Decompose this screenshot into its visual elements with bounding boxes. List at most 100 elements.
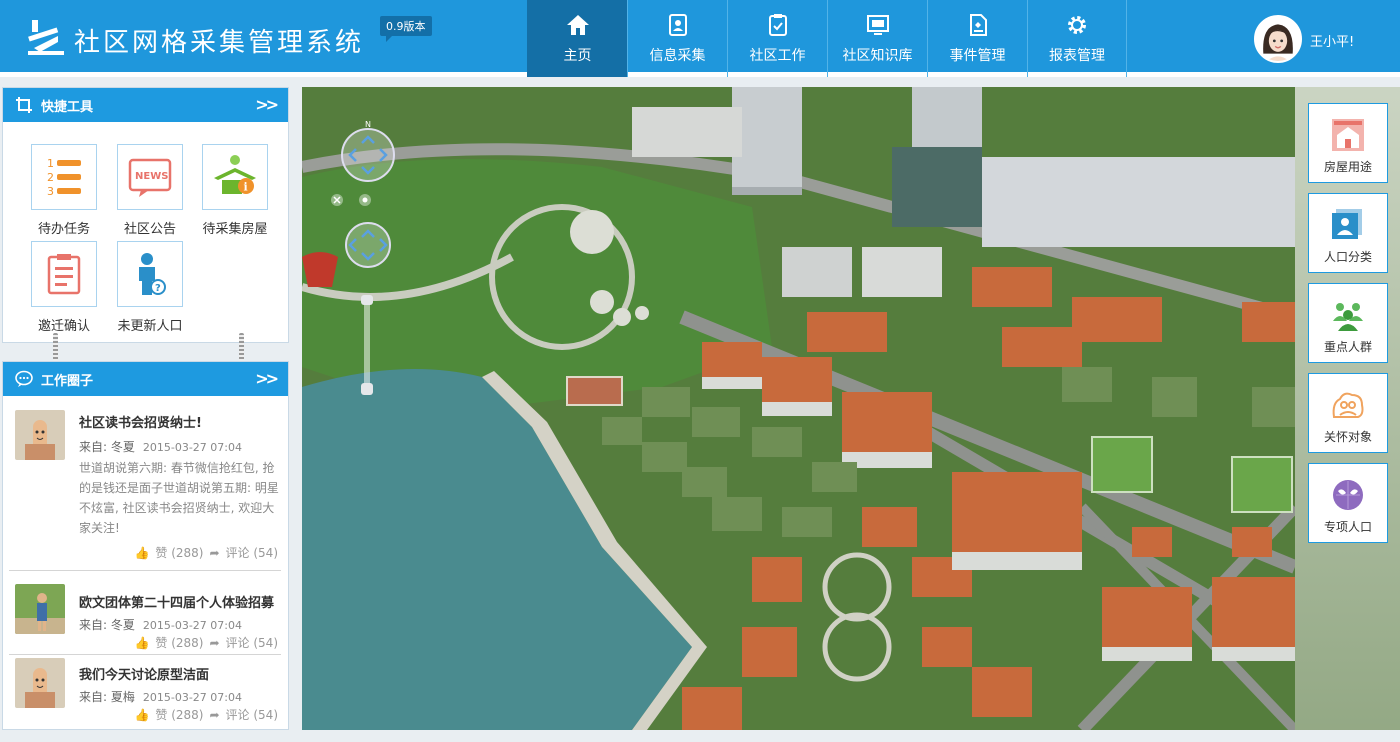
post-title[interactable]: 我们今天讨论原型洁面 [79, 664, 209, 683]
work-circle-more-button[interactable]: >> [255, 369, 279, 388]
nav-home-label: 主页 [563, 47, 592, 64]
nav-event-management[interactable]: 事件管理 [927, 0, 1027, 77]
comment-button[interactable]: ➦ 评论 (54) [209, 636, 278, 650]
work-circle-panel: 工作圈子 >> 社区读书会招贤纳士! 来自: 冬夏 2015-03-27 07:0… [2, 361, 289, 730]
feed-post[interactable]: 我们今天讨论原型洁面 来自: 夏梅 2015-03-27 07:04 👍 赞 (28… [3, 654, 288, 734]
post-time: 2015-03-27 07:04 [142, 441, 242, 454]
checklist-icon [47, 254, 81, 295]
avatar-face-icon [1256, 17, 1300, 61]
tool-unupdated-population-label: 未更新人口 [117, 319, 183, 334]
like-button[interactable]: 👍 赞 (288) [134, 708, 203, 722]
crop-tool-icon [16, 97, 32, 113]
house-info-icon: i [214, 155, 256, 194]
map-tilt-control[interactable] [344, 219, 394, 271]
nav-report-management-label: 报表管理 [1049, 47, 1105, 64]
chat-bubble-icon [15, 370, 33, 387]
tool-community-notice-label: 社区公告 [123, 222, 176, 237]
todo-list-icon: 1 2 3 [47, 157, 81, 198]
tool-todo-tasks-label: 待办任务 [37, 222, 90, 237]
post-meta: 来自: 冬夏 2015-03-27 07:04 [79, 616, 242, 633]
avatar[interactable] [1254, 15, 1302, 63]
side-button-care-targets[interactable]: 关怀对象 [1308, 373, 1388, 453]
collect-icon [668, 13, 687, 36]
work-circle-title: 工作圈子 [41, 373, 94, 389]
post-actions: 👍 赞 (288) ➦ 评论 (54) [128, 634, 278, 651]
feed-post[interactable]: 欧文团体第二十四届个人体验招募 来自: 冬夏 2015-03-27 07:04 👍… [3, 582, 288, 662]
person-question-icon: ? [139, 253, 166, 295]
svg-text:?: ? [155, 283, 161, 294]
post-title[interactable]: 社区读书会招贤纳士! [79, 412, 202, 431]
svg-text:2: 2 [47, 171, 54, 184]
news-icon: NEWS [128, 158, 172, 197]
user-name[interactable]: 王小平! [1310, 31, 1354, 50]
care-icon [1332, 392, 1364, 418]
side-button-population-category[interactable]: 人口分类 [1308, 193, 1388, 273]
nav-info-collect[interactable]: 信息采集 [627, 0, 727, 77]
clipboard-icon [768, 13, 787, 36]
svg-text:3: 3 [47, 185, 54, 198]
mask-icon [1333, 480, 1363, 510]
version-badge: 0.9版本 [380, 16, 432, 42]
map-zoom-slider[interactable] [360, 295, 374, 395]
post-author: 来自: 冬夏 [79, 440, 135, 454]
main-nav: 主页 信息采集 社区工作 社区知识库 事件管理 报表管理 [527, 0, 1127, 77]
side-button-key-groups[interactable]: 重点人群 [1308, 283, 1388, 363]
post-actions: 👍 赞 (288) ➦ 评论 (54) [128, 706, 278, 723]
quick-tools-more-button[interactable]: >> [255, 95, 279, 114]
work-circle-header: 工作圈子 >> [3, 362, 288, 396]
side-button-special-population-label: 专项人口 [1323, 520, 1372, 534]
nav-home[interactable]: 主页 [527, 0, 627, 77]
knowledge-icon [866, 14, 889, 35]
feed-divider [9, 570, 281, 571]
nav-community-work-label: 社区工作 [749, 47, 806, 64]
gear-icon [1068, 15, 1086, 34]
app-logo-icon [28, 20, 64, 55]
side-button-key-groups-label: 重点人群 [1323, 340, 1372, 354]
event-icon [969, 13, 987, 36]
nav-community-work[interactable]: 社区工作 [727, 0, 827, 77]
like-button[interactable]: 👍 赞 (288) [134, 546, 203, 560]
post-thumbnail [15, 584, 65, 634]
post-title[interactable]: 欧文团体第二十四届个人体验招募 [79, 592, 274, 611]
nav-knowledge-base-label: 社区知识库 [842, 47, 913, 64]
side-button-care-targets-label: 关怀对象 [1323, 430, 1372, 444]
house-use-icon [1332, 119, 1364, 151]
svg-text:1: 1 [47, 157, 54, 170]
map-view-eye-icon[interactable] [358, 193, 378, 207]
post-author: 来自: 夏梅 [79, 690, 135, 704]
tool-pending-houses-label: 待采集房屋 [202, 222, 268, 237]
tool-relocation-confirm-label: 邀迁确认 [37, 319, 90, 334]
tool-pending-houses[interactable]: i 待采集房屋 [192, 144, 278, 237]
post-meta: 来自: 冬夏 2015-03-27 07:04 [79, 438, 242, 455]
post-actions: 👍 赞 (288) ➦ 评论 (54) [128, 544, 278, 561]
svg-text:i: i [244, 181, 248, 194]
post-author: 来自: 冬夏 [79, 618, 135, 632]
tool-todo-tasks[interactable]: 1 2 3 待办任务 [21, 144, 107, 237]
id-card-icon [1332, 209, 1362, 239]
nav-report-management[interactable]: 报表管理 [1027, 0, 1127, 77]
nav-event-management-label: 事件管理 [949, 47, 1006, 64]
svg-text:NEWS: NEWS [135, 171, 168, 182]
svg-text:N: N [365, 121, 371, 129]
post-body: 世道胡说第六期: 春节微信抢红包, 抢的是钱还是面子世道胡说第五期: 明星不炫富… [79, 461, 279, 535]
side-button-special-population[interactable]: 专项人口 [1308, 463, 1388, 543]
side-button-house-use[interactable]: 房屋用途 [1308, 103, 1388, 183]
side-button-house-use-label: 房屋用途 [1323, 160, 1372, 174]
map-view[interactable]: N [302, 87, 1295, 730]
side-button-population-category-label: 人口分类 [1323, 250, 1372, 264]
feed-post[interactable]: 社区读书会招贤纳士! 来自: 冬夏 2015-03-27 07:04 世道胡说第六… [3, 396, 288, 596]
nav-info-collect-label: 信息采集 [649, 47, 706, 64]
tool-relocation-confirm[interactable]: 邀迁确认 [21, 241, 107, 334]
comment-button[interactable]: ➦ 评论 (54) [209, 708, 278, 722]
map-reset-icon[interactable] [330, 193, 350, 207]
post-meta: 来自: 夏梅 2015-03-27 07:04 [79, 688, 242, 705]
quick-tools-title: 快捷工具 [41, 99, 94, 115]
like-button[interactable]: 👍 赞 (288) [134, 636, 203, 650]
nav-knowledge-base[interactable]: 社区知识库 [827, 0, 927, 77]
map-canvas[interactable] [302, 87, 1295, 730]
comment-button[interactable]: ➦ 评论 (54) [209, 546, 278, 560]
tool-community-notice[interactable]: NEWS 社区公告 [107, 144, 193, 237]
post-thumbnail [15, 658, 65, 708]
tool-unupdated-population[interactable]: ? 未更新人口 [107, 241, 193, 334]
app-title: 社区网格采集管理系统 [74, 28, 365, 58]
